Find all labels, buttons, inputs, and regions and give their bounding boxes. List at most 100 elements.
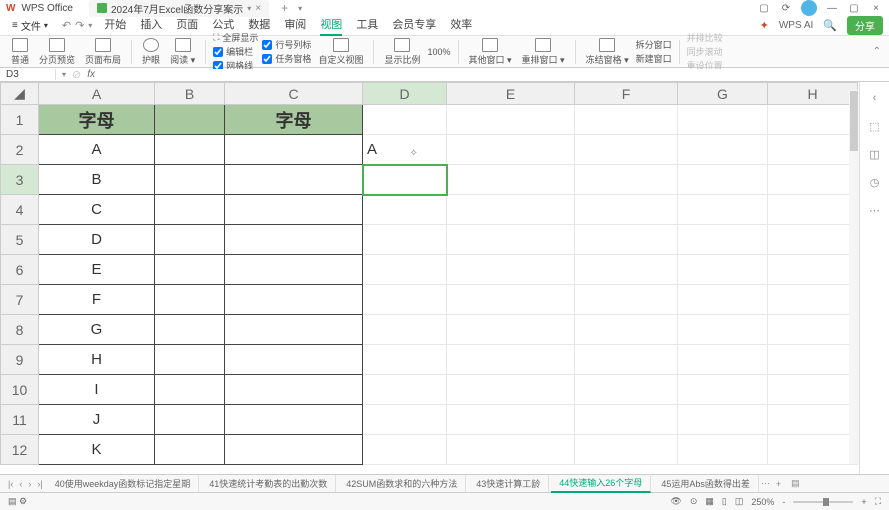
cell-D5[interactable] bbox=[363, 225, 447, 255]
cell-H9[interactable] bbox=[768, 345, 858, 375]
sheet-list-button[interactable]: ▤ bbox=[787, 478, 804, 489]
window-sync-icon[interactable]: ⟳ bbox=[779, 1, 793, 15]
cell-A11[interactable]: J bbox=[39, 405, 155, 435]
cell-F10[interactable] bbox=[575, 375, 678, 405]
cell-F8[interactable] bbox=[575, 315, 678, 345]
cell-D4[interactable] bbox=[363, 195, 447, 225]
add-sheet-button[interactable]: + bbox=[772, 479, 785, 489]
cell-D3[interactable] bbox=[363, 165, 447, 195]
menu-review[interactable]: 审阅 bbox=[284, 16, 306, 36]
cell-D12[interactable] bbox=[363, 435, 447, 465]
cell-C12[interactable] bbox=[225, 435, 363, 465]
cell-C1[interactable]: 字母 bbox=[225, 105, 363, 135]
cell-A10[interactable]: I bbox=[39, 375, 155, 405]
cell-E1[interactable] bbox=[447, 105, 575, 135]
cell-D8[interactable] bbox=[363, 315, 447, 345]
name-box-dropdown[interactable]: ▾ bbox=[62, 70, 66, 79]
cell-F6[interactable] bbox=[575, 255, 678, 285]
menu-start[interactable]: 开始 bbox=[104, 16, 126, 36]
cell-G10[interactable] bbox=[678, 375, 768, 405]
cell-G7[interactable] bbox=[678, 285, 768, 315]
row-6[interactable]: 6 bbox=[1, 255, 39, 285]
col-F[interactable]: F bbox=[575, 83, 678, 105]
cell-C8[interactable] bbox=[225, 315, 363, 345]
cell-E2[interactable] bbox=[447, 135, 575, 165]
cell-E12[interactable] bbox=[447, 435, 575, 465]
check-taskpane[interactable]: 任务窗格 bbox=[262, 52, 311, 65]
arrange-windows[interactable]: 重排窗口 ▾ bbox=[519, 38, 568, 66]
vertical-scrollbar[interactable] bbox=[849, 90, 859, 464]
cell-G8[interactable] bbox=[678, 315, 768, 345]
col-C[interactable]: C bbox=[225, 83, 363, 105]
col-D[interactable]: D bbox=[363, 83, 447, 105]
menu-view[interactable]: 视图 bbox=[320, 16, 342, 36]
cell-D11[interactable] bbox=[363, 405, 447, 435]
cell-F12[interactable] bbox=[575, 435, 678, 465]
zoom-slider[interactable] bbox=[793, 501, 853, 503]
cell-H1[interactable] bbox=[768, 105, 858, 135]
cell-B6[interactable] bbox=[155, 255, 225, 285]
cell-D6[interactable] bbox=[363, 255, 447, 285]
cell-B7[interactable] bbox=[155, 285, 225, 315]
cell-C4[interactable] bbox=[225, 195, 363, 225]
cell-A9[interactable]: H bbox=[39, 345, 155, 375]
toolbar-dropdown[interactable]: ▾ bbox=[88, 21, 92, 30]
cell-F7[interactable] bbox=[575, 285, 678, 315]
cell-C6[interactable] bbox=[225, 255, 363, 285]
sheet-tab[interactable]: 45运用Abs函数得出差 bbox=[653, 475, 759, 492]
cell-H2[interactable] bbox=[768, 135, 858, 165]
new-window[interactable]: 新建窗口 bbox=[636, 52, 672, 65]
check-formula-bar[interactable]: 编辑栏 bbox=[213, 45, 258, 58]
view-page-layout[interactable]: 页面布局 bbox=[82, 38, 124, 66]
cell-G2[interactable] bbox=[678, 135, 768, 165]
sidebar-style-icon[interactable]: ⬚ bbox=[867, 118, 883, 134]
tab-nav-next[interactable]: › bbox=[26, 479, 33, 489]
search-icon[interactable]: 🔍 bbox=[823, 19, 837, 32]
cell-H7[interactable] bbox=[768, 285, 858, 315]
select-all-corner[interactable]: ◢ bbox=[1, 83, 39, 105]
row-5[interactable]: 5 bbox=[1, 225, 39, 255]
sheet-tab[interactable]: 42SUM函数求和的六种方法 bbox=[338, 475, 466, 492]
cell-C2[interactable] bbox=[225, 135, 363, 165]
status-settings-icon[interactable]: ▤ ⚙ bbox=[8, 496, 27, 507]
fullscreen-icon[interactable]: ⛶ bbox=[875, 496, 881, 507]
sidebar-clock-icon[interactable]: ◷ bbox=[867, 174, 883, 190]
tab-nav-first[interactable]: |‹ bbox=[6, 479, 15, 489]
menu-member[interactable]: 会员专享 bbox=[392, 16, 436, 36]
cell-C11[interactable] bbox=[225, 405, 363, 435]
check-headings[interactable]: 行号列标 bbox=[262, 38, 311, 51]
row-7[interactable]: 7 bbox=[1, 285, 39, 315]
tab-list-dropdown[interactable]: ▾ bbox=[298, 4, 302, 13]
view-page-icon[interactable]: ▯ bbox=[722, 496, 727, 507]
cell-A8[interactable]: G bbox=[39, 315, 155, 345]
row-2[interactable]: 2 bbox=[1, 135, 39, 165]
cell-G12[interactable] bbox=[678, 435, 768, 465]
cell-D9[interactable] bbox=[363, 345, 447, 375]
cell-C9[interactable] bbox=[225, 345, 363, 375]
zoom-value[interactable]: 250% bbox=[751, 497, 774, 507]
cell-A1[interactable]: 字母 bbox=[39, 105, 155, 135]
view-grid-icon[interactable]: ▦ bbox=[705, 496, 714, 507]
cell-E4[interactable] bbox=[447, 195, 575, 225]
fx-icon[interactable]: fx bbox=[87, 69, 95, 80]
name-box[interactable]: D3 bbox=[6, 69, 56, 80]
cell-A7[interactable]: F bbox=[39, 285, 155, 315]
spreadsheet-grid[interactable]: ◢ A B C D E F G H 1字母字母 2AA✧ 3B 4C 5D 6E… bbox=[0, 82, 859, 474]
split-window[interactable]: 拆分窗口 bbox=[636, 38, 672, 51]
menu-page[interactable]: 页面 bbox=[176, 16, 198, 36]
freeze-panes[interactable]: 冻结窗格 ▾ bbox=[583, 38, 632, 66]
sync-scroll[interactable]: 同步滚动 bbox=[687, 45, 723, 58]
sheet-tab[interactable]: 43快速计算工龄 bbox=[468, 475, 549, 492]
cell-B10[interactable] bbox=[155, 375, 225, 405]
cell-E3[interactable] bbox=[447, 165, 575, 195]
cell-E10[interactable] bbox=[447, 375, 575, 405]
zoom-percent[interactable]: 100% bbox=[427, 47, 450, 57]
cell-B2[interactable] bbox=[155, 135, 225, 165]
eye-protect[interactable]: 护眼 bbox=[139, 38, 163, 66]
cell-B9[interactable] bbox=[155, 345, 225, 375]
menu-tools[interactable]: 工具 bbox=[356, 16, 378, 36]
menu-efficiency[interactable]: 效率 bbox=[450, 16, 472, 36]
col-A[interactable]: A bbox=[39, 83, 155, 105]
window-app-icon[interactable]: ▢ bbox=[757, 1, 771, 15]
cell-B11[interactable] bbox=[155, 405, 225, 435]
